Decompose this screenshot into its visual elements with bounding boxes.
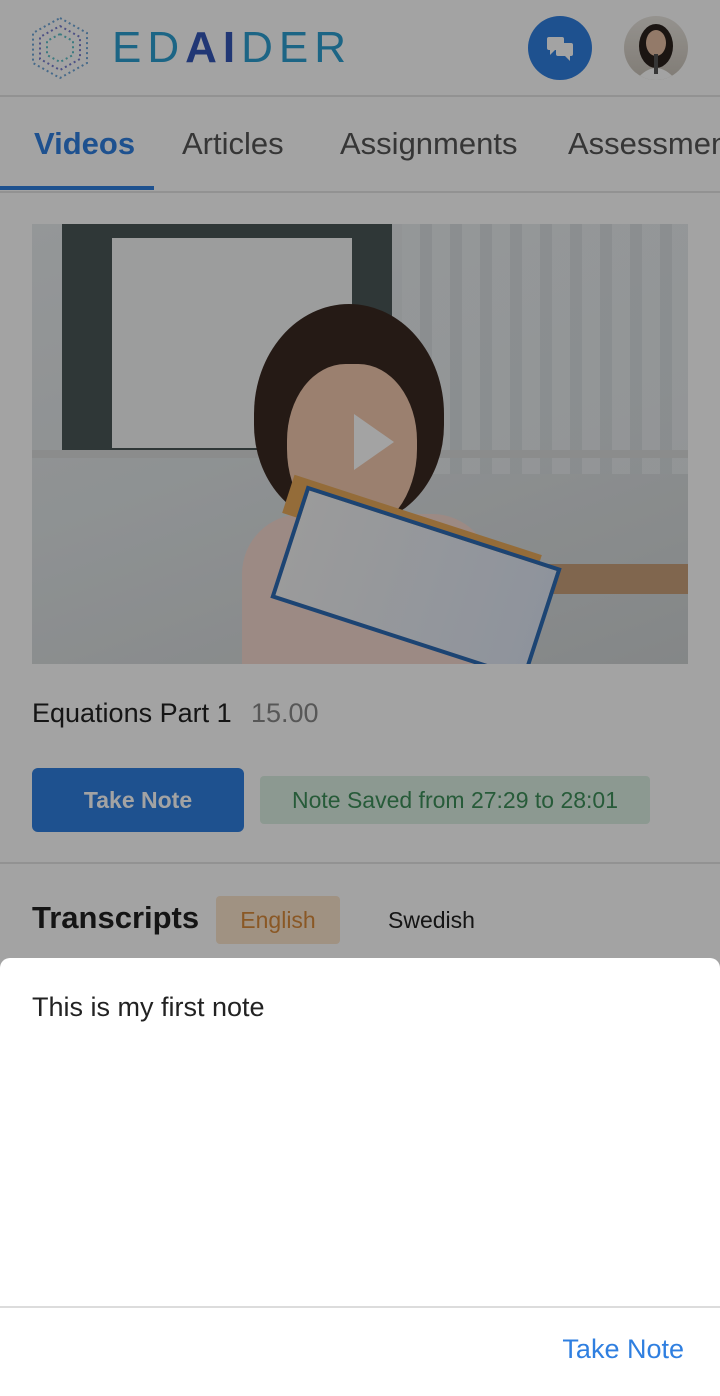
sheet-divider (0, 1306, 720, 1308)
sheet-take-note-button[interactable]: Take Note (562, 1334, 684, 1365)
note-textarea[interactable]: This is my first note (32, 992, 265, 1023)
note-bottom-sheet: This is my first note Take Note (0, 958, 720, 1396)
